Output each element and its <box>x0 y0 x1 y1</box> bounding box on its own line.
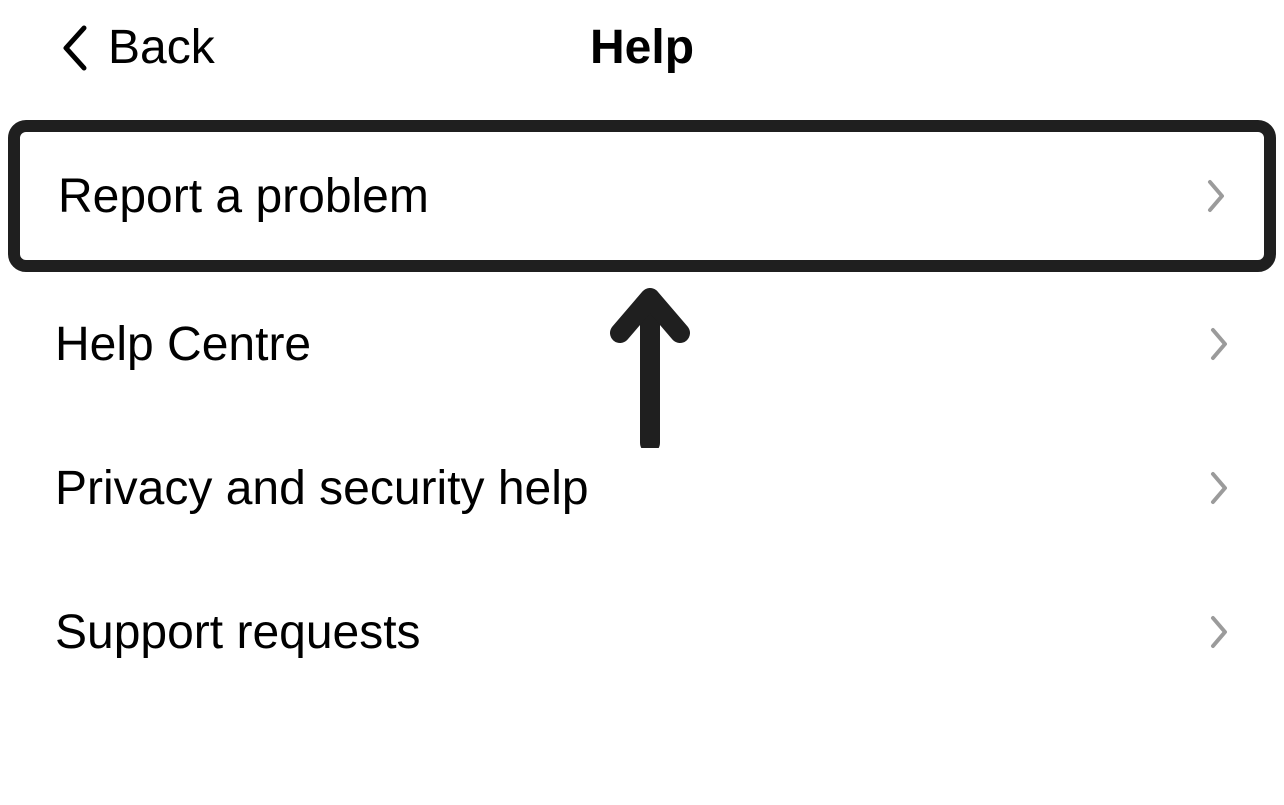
back-label: Back <box>108 20 215 75</box>
header: Back Help <box>0 0 1284 90</box>
menu-item-privacy-security[interactable]: Privacy and security help <box>0 416 1284 560</box>
menu-item-support-requests[interactable]: Support requests <box>0 560 1284 704</box>
menu-item-label: Help Centre <box>55 317 311 372</box>
chevron-right-icon <box>1209 326 1229 362</box>
menu-item-label: Report a problem <box>58 169 429 224</box>
menu-item-label: Support requests <box>55 605 421 660</box>
chevron-right-icon <box>1209 470 1229 506</box>
menu-item-report-problem[interactable]: Report a problem <box>8 120 1276 272</box>
menu-item-label: Privacy and security help <box>55 461 589 516</box>
page-title: Help <box>590 20 694 75</box>
menu-item-help-centre[interactable]: Help Centre <box>0 272 1284 416</box>
chevron-right-icon <box>1206 178 1226 214</box>
back-button[interactable]: Back <box>60 20 215 75</box>
help-menu-list: Report a problem Help Centre Privacy and… <box>0 120 1284 704</box>
chevron-right-icon <box>1209 614 1229 650</box>
chevron-left-icon <box>60 24 90 72</box>
